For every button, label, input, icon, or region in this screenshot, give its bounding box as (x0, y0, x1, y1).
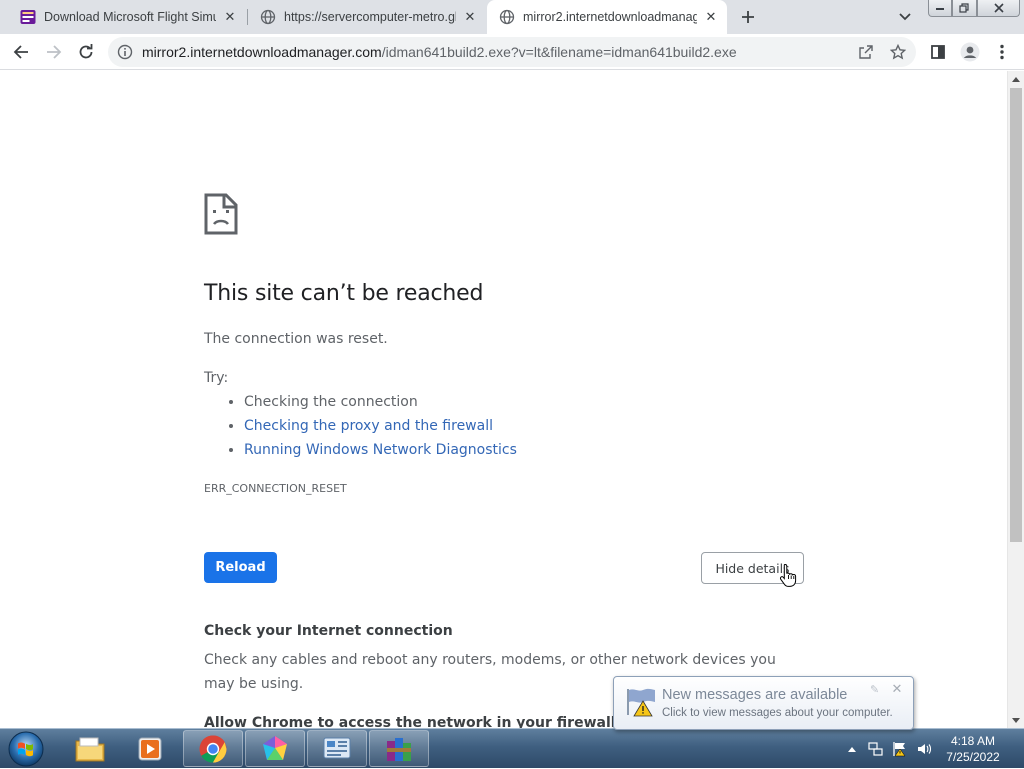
scroll-up-arrow[interactable] (1008, 71, 1024, 87)
restore-button[interactable] (952, 0, 977, 17)
taskbar-paint[interactable] (245, 730, 305, 767)
bookmark-button[interactable] (888, 42, 908, 62)
try-label: Try: (204, 370, 229, 386)
windows-orb-icon (8, 731, 44, 767)
taskbar-explorer[interactable] (60, 730, 120, 767)
suggestion-item: Checking the connection (244, 392, 517, 416)
taskbar-media-player[interactable] (120, 730, 180, 767)
url-host: mirror2.internetdownloadmanager.com (142, 44, 382, 60)
windows-taskbar: 4:18 AM 7/25/2022 (0, 728, 1024, 768)
scrollbar-thumb[interactable] (1010, 88, 1022, 542)
start-button[interactable] (3, 729, 49, 769)
details-heading-connection: Check your Internet connection (204, 623, 453, 639)
clock-time: 4:18 AM (950, 734, 996, 748)
triangle-up-icon (1012, 76, 1020, 82)
close-window-button[interactable] (977, 0, 1020, 17)
suggestion-item: Running Windows Network Diagnostics (244, 440, 517, 464)
more-vert-icon (1000, 44, 1004, 60)
tab-title: mirror2.internetdownloadmanag (523, 10, 697, 24)
network-diagnostics-link[interactable]: Running Windows Network Diagnostics (244, 442, 517, 458)
taskbar-control-panel[interactable] (307, 730, 367, 767)
avatar-icon (960, 42, 980, 62)
tab-close-icon[interactable]: ✕ (462, 9, 478, 25)
tab-search-button[interactable] (896, 8, 914, 26)
network-icon (868, 742, 883, 756)
clock-date: 7/25/2022 (946, 750, 1000, 764)
plus-icon (742, 11, 754, 23)
reload-toolbar-button[interactable] (72, 38, 100, 66)
paint-icon (263, 735, 287, 760)
tab-close-icon[interactable]: ✕ (222, 9, 238, 25)
triangle-up-icon (848, 746, 856, 752)
star-icon (890, 44, 906, 60)
forward-button[interactable] (40, 38, 68, 66)
action-center-tray-icon[interactable] (892, 741, 908, 757)
taskbar-clock[interactable]: 4:18 AM 7/25/2022 (930, 733, 1016, 765)
tab-servercomputer[interactable]: https://servercomputer-metro.gl ✕ (240, 0, 486, 34)
taskbar-winrar[interactable] (369, 730, 429, 767)
side-panel-icon (931, 45, 945, 59)
tab-strip: Download Microsoft Flight Simul ✕ https:… (0, 0, 1024, 34)
chrome-icon (199, 734, 227, 762)
show-hidden-icons-button[interactable] (844, 741, 860, 757)
suggestion-item: Checking the proxy and the firewall (244, 416, 517, 440)
page-viewport: This site can’t be reached The connectio… (0, 71, 1007, 728)
action-center-flag-icon (627, 688, 655, 717)
address-bar[interactable]: mirror2.internetdownloadmanager.com/idma… (108, 37, 916, 67)
globe-icon (260, 9, 276, 25)
new-tab-button[interactable] (737, 6, 759, 28)
network-tray-icon[interactable] (868, 741, 884, 757)
restore-icon (959, 3, 969, 13)
share-icon (859, 45, 873, 59)
refresh-icon (79, 44, 93, 59)
notification-balloon[interactable]: New messages are available Click to view… (613, 676, 914, 730)
winrar-icon (387, 737, 411, 761)
sad-document-icon (204, 193, 238, 235)
control-panel-icon (323, 737, 351, 758)
vertical-scrollbar[interactable] (1007, 71, 1024, 728)
profile-button[interactable] (956, 38, 984, 66)
flag-warning-icon (893, 742, 906, 757)
pin-icon[interactable]: ✎ (870, 683, 884, 697)
taskbar-chrome[interactable] (183, 730, 243, 767)
error-code: ERR_CONNECTION_RESET (204, 482, 347, 495)
minimize-button[interactable] (928, 0, 952, 17)
globe-icon (499, 9, 515, 25)
url-text[interactable]: mirror2.internetdownloadmanager.com/idma… (142, 44, 737, 60)
scroll-down-arrow[interactable] (1008, 712, 1024, 728)
arrow-left-icon (13, 45, 28, 59)
proxy-firewall-link[interactable]: Checking the proxy and the firewall (244, 418, 493, 434)
tab-mirror2-active[interactable]: mirror2.internetdownloadmanag ✕ (487, 0, 727, 34)
close-icon (993, 3, 1004, 13)
suggestion-list: Checking the connection Checking the pro… (204, 392, 517, 464)
notification-message: Click to view messages about your comput… (662, 707, 893, 719)
media-player-icon (138, 737, 162, 760)
browser-toolbar: mirror2.internetdownloadmanager.com/idma… (0, 34, 1024, 70)
url-path: /idman641build2.exe?v=lt&filename=idman6… (381, 44, 737, 60)
notification-title: New messages are available (662, 687, 848, 703)
menu-button[interactable] (988, 38, 1016, 66)
chevron-down-icon (899, 13, 911, 21)
side-panel-button[interactable] (924, 38, 952, 66)
page-title: This site can’t be reached (204, 281, 484, 306)
minimize-icon (936, 8, 944, 10)
flight-sim-favicon (20, 9, 36, 25)
explorer-icon (75, 737, 105, 761)
share-button[interactable] (856, 42, 876, 62)
reload-button[interactable]: Reload (204, 552, 277, 583)
hand-cursor-icon (779, 563, 797, 587)
tab-close-icon[interactable]: ✕ (703, 9, 719, 25)
suggestion-check-connection: Checking the connection (244, 394, 418, 410)
back-button[interactable] (7, 38, 35, 66)
arrow-right-icon (47, 45, 62, 59)
tab-title: https://servercomputer-metro.gl (284, 10, 456, 24)
error-description: The connection was reset. (204, 331, 388, 347)
tab-title: Download Microsoft Flight Simul (44, 10, 216, 24)
notification-close-button[interactable]: ✕ (890, 682, 904, 697)
triangle-down-icon (1012, 717, 1020, 723)
tab-flight-simulator[interactable]: Download Microsoft Flight Simul ✕ (0, 0, 246, 34)
info-icon[interactable] (117, 44, 133, 60)
